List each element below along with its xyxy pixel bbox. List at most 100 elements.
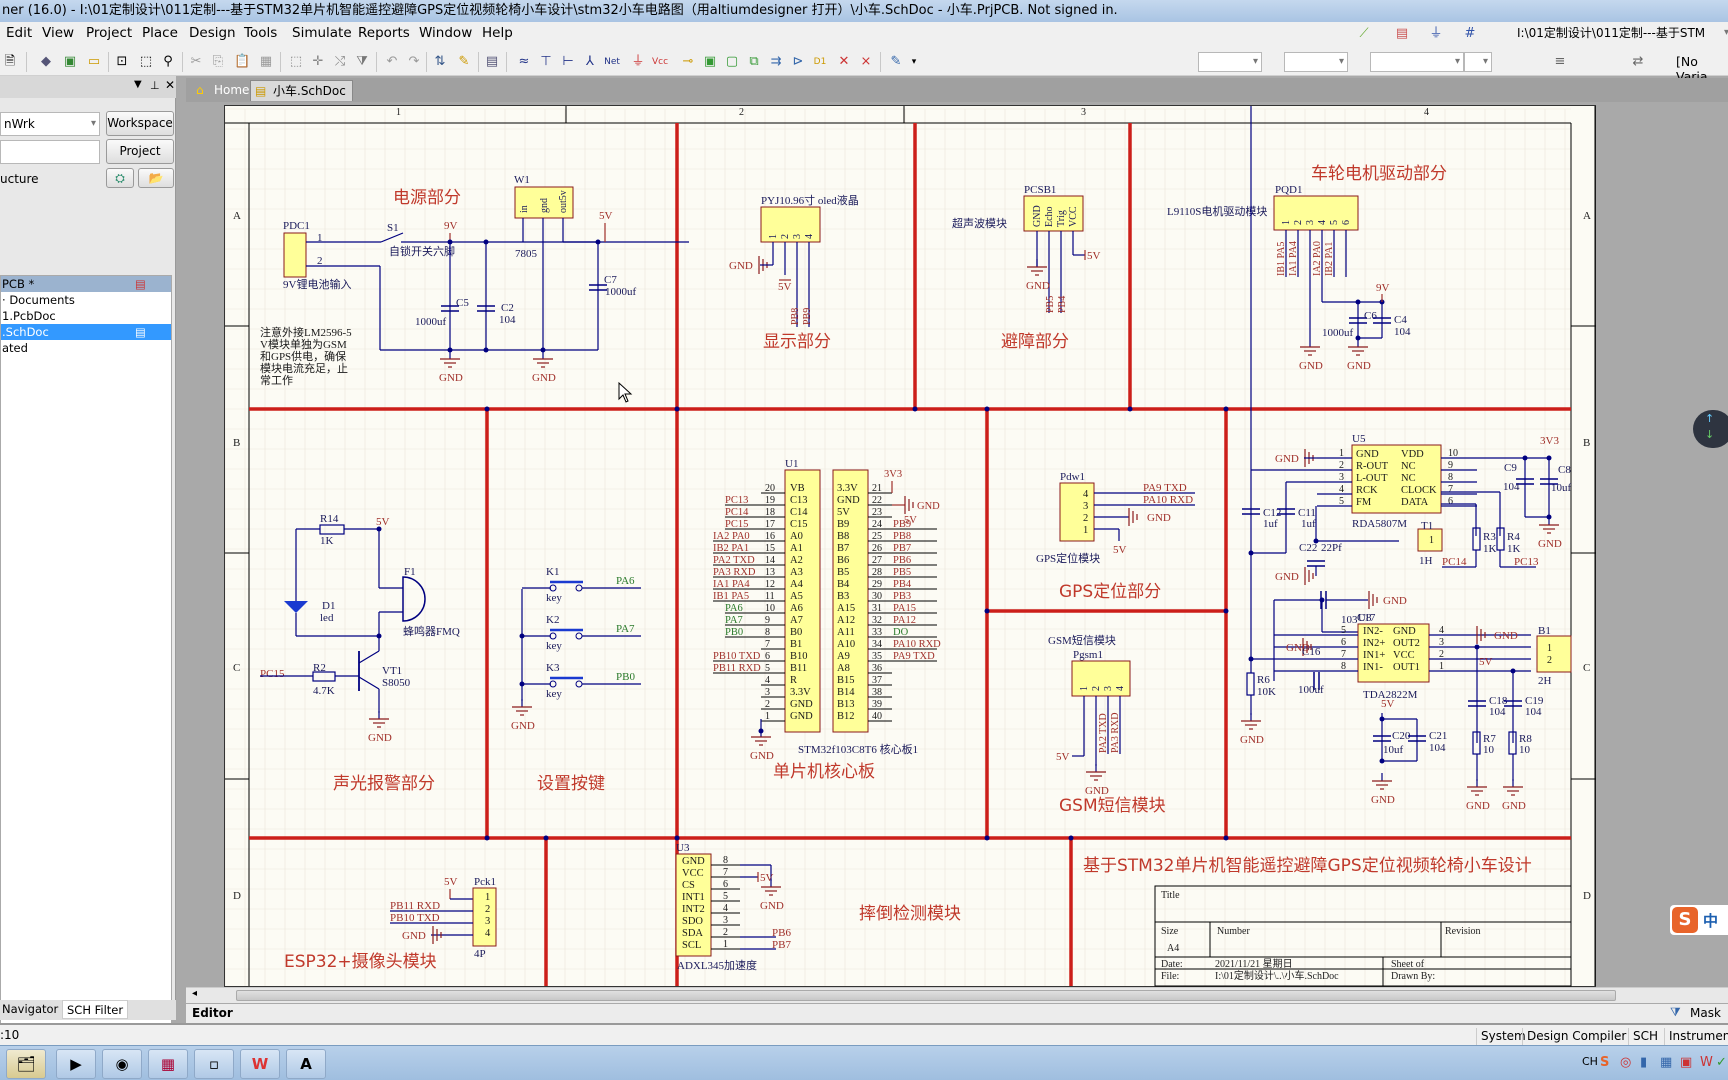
port-icon[interactable]: ⇉: [768, 54, 784, 70]
tray-record-icon[interactable]: ◎: [1620, 1055, 1631, 1070]
pencil-icon[interactable]: ✎: [456, 54, 472, 70]
menu-help[interactable]: Help: [482, 25, 513, 41]
vcc-port-icon[interactable]: Vcc: [652, 54, 668, 70]
paste-icon[interactable]: 📋: [234, 54, 250, 70]
status-tab-instrument[interactable]: Instrument: [1664, 1028, 1728, 1045]
zoom-area-icon[interactable]: ⬚: [138, 54, 154, 70]
signal-harness-icon[interactable]: ⅄: [582, 54, 598, 70]
directive-icon[interactable]: D1: [812, 54, 828, 70]
menu-window[interactable]: Window: [419, 25, 472, 41]
project-field[interactable]: [0, 140, 100, 164]
tree-item-pcbdoc[interactable]: 1.PcbDoc: [1, 308, 171, 324]
project-button[interactable]: Project: [106, 139, 174, 164]
tray-wps-icon[interactable]: W: [1700, 1055, 1713, 1070]
sheet-entry-icon[interactable]: ▢: [724, 54, 740, 70]
taskbar-doc-icon[interactable]: ▫: [194, 1049, 234, 1079]
off-sheet-icon[interactable]: ⊳: [790, 54, 806, 70]
tray-network-icon[interactable]: ✓: [1716, 1055, 1727, 1070]
editor-tab[interactable]: Editor: [192, 1006, 233, 1020]
tab-sch-filter[interactable]: SCH Filter: [62, 1000, 129, 1019]
taskbar-wps-icon[interactable]: W: [240, 1049, 280, 1079]
wire-icon[interactable]: ≈: [516, 54, 532, 70]
font-combo[interactable]: [1198, 52, 1262, 72]
tree-item-schdoc[interactable]: .SchDoc ▤: [1, 324, 171, 340]
scrollbar-thumb[interactable]: [236, 990, 1616, 1001]
menu-reports[interactable]: Reports: [358, 25, 410, 41]
tab-home[interactable]: ⌂ Home: [192, 80, 255, 101]
clear-filter-icon[interactable]: ⧩: [354, 54, 370, 70]
device-sheet-icon[interactable]: ⧉: [746, 54, 762, 70]
taskbar-chrome-icon[interactable]: ◉: [102, 1049, 142, 1079]
color-combo[interactable]: [1464, 52, 1492, 72]
taskbar-media-icon[interactable]: ▶: [56, 1049, 96, 1079]
status-tab-sch[interactable]: SCH: [1628, 1028, 1662, 1045]
taskbar-altium-icon[interactable]: A: [286, 1049, 326, 1079]
open-doc-icon[interactable]: ▭: [86, 54, 102, 70]
mask-label[interactable]: Mask: [1690, 1006, 1721, 1020]
style-combo[interactable]: [1370, 52, 1464, 72]
tray-sogou-icon[interactable]: S: [1600, 1055, 1609, 1070]
drawing-tools-icon[interactable]: ✎: [888, 54, 904, 70]
ime-widget[interactable]: S 中: [1670, 905, 1728, 935]
zoom-selected-icon[interactable]: ⚲: [160, 54, 176, 70]
scroll-left-icon[interactable]: ◂: [192, 988, 197, 999]
compile-icon[interactable]: ⛭: [106, 168, 134, 188]
menu-edit[interactable]: Edit: [6, 25, 32, 41]
zoom-fit-icon[interactable]: ⊡: [114, 54, 130, 70]
align-icon[interactable]: ▤: [1394, 26, 1410, 42]
pin-icon[interactable]: ⊥: [150, 79, 160, 92]
mask-filter-icon[interactable]: ⧩: [1670, 1005, 1681, 1020]
rubber-stamp-icon[interactable]: ▦: [258, 54, 274, 70]
part-icon[interactable]: ⊸: [680, 54, 696, 70]
sch-filter-icon[interactable]: ⟋: [1356, 26, 1372, 42]
menu-tools[interactable]: Tools: [244, 25, 277, 41]
scroll-down-icon[interactable]: ↓: [1705, 428, 1714, 441]
browse-library-icon[interactable]: ▤: [484, 54, 500, 70]
tree-item-documents[interactable]: · Documents: [1, 292, 171, 308]
tray-app-icon[interactable]: ▣: [1680, 1055, 1692, 1070]
bus-entry-icon[interactable]: ⊢: [560, 54, 576, 70]
move-icon[interactable]: ✛: [310, 54, 326, 70]
no-erc-icon[interactable]: ✕: [836, 54, 852, 70]
panel-menu-icon[interactable]: ▼: [134, 79, 142, 90]
copy-icon[interactable]: ⎘: [210, 54, 226, 70]
tray-usb-icon[interactable]: ▮: [1640, 1055, 1647, 1070]
board-icon[interactable]: ▣: [62, 54, 78, 70]
menu-project[interactable]: Project: [86, 25, 132, 41]
drawing-tools-dropdown-icon[interactable]: ▾: [906, 54, 922, 70]
deselect-icon[interactable]: ⤭: [332, 54, 348, 70]
swap-icon[interactable]: ⇄: [1630, 54, 1646, 70]
scroll-up-icon[interactable]: ↑: [1705, 412, 1714, 425]
close-panel-icon[interactable]: ✕: [165, 78, 175, 92]
component-icon[interactable]: ◆: [38, 54, 54, 70]
floating-scroll-widget[interactable]: ↑ ↓: [1693, 410, 1728, 448]
net-label-icon[interactable]: Net: [604, 54, 620, 70]
menu-view[interactable]: View: [42, 25, 74, 41]
tree-item-generated[interactable]: ated: [1, 340, 171, 356]
open-project-icon[interactable]: 📂: [138, 168, 174, 188]
cut-icon[interactable]: ✂: [188, 54, 204, 70]
redo-icon[interactable]: ↷: [406, 54, 422, 70]
schematic-canvas[interactable]: 1 2 3 4 A A B B C C D D 电源部分 显示部分 避障部分 车轮电机驱动部分 声光报警部分 设置…: [186, 102, 1706, 987]
tree-item-project[interactable]: PCB * ▤: [1, 276, 171, 292]
status-tab-design-compiler[interactable]: Design Compiler: [1522, 1028, 1630, 1045]
workspace-button[interactable]: Workspace: [106, 111, 174, 136]
horizontal-scrollbar[interactable]: ◂: [186, 987, 1728, 1003]
taskbar-explorer-icon[interactable]: 🗂: [6, 1049, 46, 1079]
grid-icon[interactable]: #: [1462, 26, 1478, 42]
menu-simulate[interactable]: Simulate: [292, 25, 352, 41]
hierarchy-icon[interactable]: ⇅: [432, 54, 448, 70]
tab-navigator[interactable]: Navigator: [2, 1002, 58, 1016]
gnd-port-icon[interactable]: ⏚: [630, 54, 646, 70]
power-port-icon[interactable]: ⏚: [1428, 26, 1444, 42]
menu-design[interactable]: Design: [189, 25, 236, 41]
print-preview-icon[interactable]: 🗎: [2, 54, 18, 70]
sheet-symbol-icon[interactable]: ▣: [702, 54, 718, 70]
tray-lang[interactable]: CH: [1582, 1055, 1598, 1068]
taskbar-app-icon[interactable]: ▦: [148, 1049, 188, 1079]
workspace-combo[interactable]: nWrk: [0, 112, 100, 136]
project-path-combo[interactable]: I:\01定制设计\011定制---基于STM: [1514, 24, 1728, 44]
bus-icon[interactable]: ⊤: [538, 54, 554, 70]
line-style-icon[interactable]: ≡: [1552, 54, 1568, 70]
select-area-icon[interactable]: ⬚: [288, 54, 304, 70]
